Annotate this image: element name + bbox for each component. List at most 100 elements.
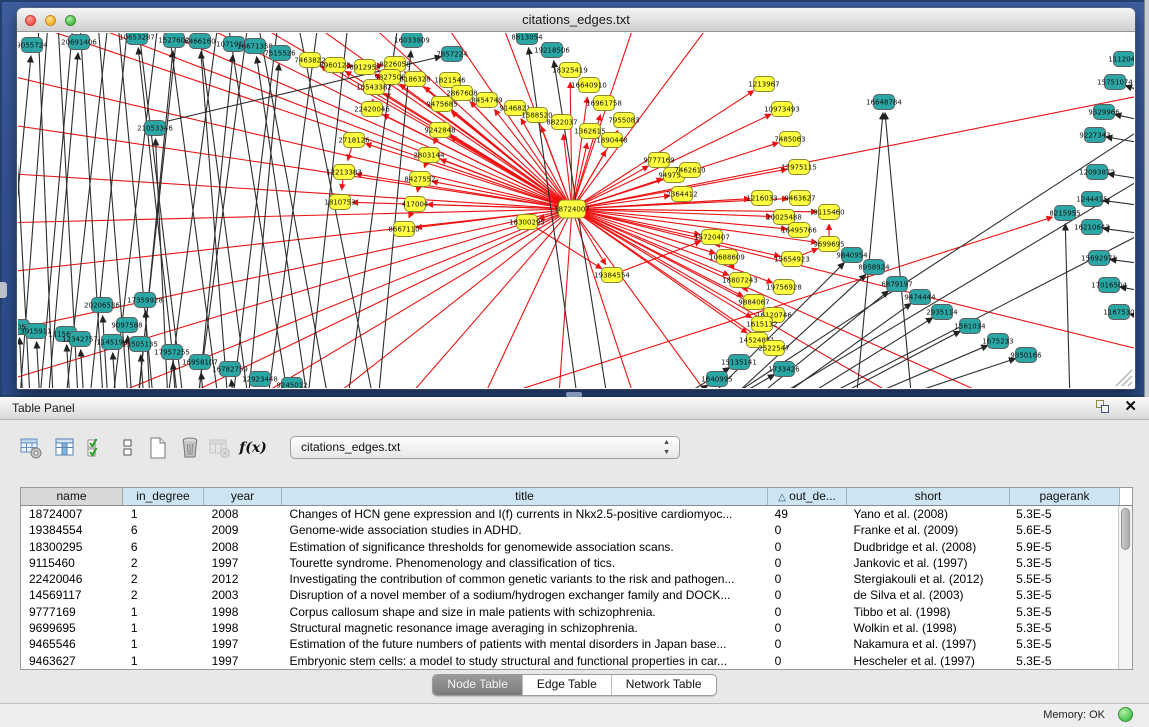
table-cell[interactable]: 1997 [204, 555, 282, 571]
select-visible-columns-icon[interactable] [82, 433, 112, 463]
table-cell[interactable]: 18300295 [21, 539, 123, 555]
table-row[interactable]: 969969511998Structural magnetic resonanc… [21, 620, 1118, 636]
create-table-icon[interactable] [143, 433, 173, 463]
table-cell[interactable]: Investigating the contribution of common… [282, 571, 767, 587]
tab-network-table[interactable]: Network Table [611, 675, 716, 695]
table-cell[interactable]: Stergiakouli et al. (2012) [845, 571, 1008, 587]
table-row[interactable]: 1938455462009Genome-wide association stu… [21, 522, 1118, 538]
table-cell[interactable]: 0 [767, 604, 846, 620]
table-scrollbar-thumb[interactable] [1121, 508, 1130, 550]
table-cell[interactable]: 22420046 [21, 571, 123, 587]
network-canvas[interactable]: 9055724206914061065328715276026466160107… [18, 33, 1134, 388]
table-row[interactable]: 1872400712008Changes of HCN gene express… [21, 506, 1118, 522]
table-cell[interactable]: 0 [767, 653, 846, 669]
table-cell[interactable]: Wolkin et al. (1998) [845, 620, 1008, 636]
column-header-pagerank[interactable]: pagerank [1010, 488, 1120, 505]
table-cell[interactable]: 5.3E-5 [1008, 604, 1118, 620]
table-cell[interactable]: Dudbridge et al. (2008) [845, 539, 1008, 555]
table-cell[interactable]: Estimation of significance thresholds fo… [282, 539, 767, 555]
table-cell[interactable]: Corpus callosum shape and size in male p… [282, 604, 767, 620]
canvas-resize-grip[interactable] [1116, 370, 1132, 386]
table-cell[interactable]: Changes of HCN gene expression and I(f) … [282, 506, 767, 522]
table-cell[interactable]: 9463627 [21, 653, 123, 669]
table-cell[interactable]: 2012 [204, 571, 282, 587]
delete-table-icon[interactable] [175, 433, 205, 463]
table-row[interactable]: 946554611997Estimation of the future num… [21, 636, 1118, 652]
row-height-icon[interactable] [113, 433, 143, 463]
table-scrollbar[interactable] [1118, 506, 1132, 669]
table-cell[interactable]: 9777169 [21, 604, 123, 620]
table-cell[interactable]: Estimation of the future numbers of pati… [282, 636, 767, 652]
table-row[interactable]: 946362711997Embryonic stem cells: a mode… [21, 653, 1118, 669]
table-cell[interactable]: 0 [767, 620, 846, 636]
table-cell[interactable]: 2008 [204, 539, 282, 555]
table-cell[interactable]: 5.5E-5 [1008, 571, 1118, 587]
table-cell[interactable]: 0 [767, 539, 846, 555]
table-cell[interactable]: 2008 [204, 506, 282, 522]
table-cell[interactable]: 1 [123, 636, 204, 652]
table-cell[interactable]: de Silva et al. (2003) [845, 587, 1008, 603]
table-cell[interactable]: 5.3E-5 [1008, 555, 1118, 571]
table-cell[interactable]: 0 [767, 555, 846, 571]
column-header-short[interactable]: short [847, 488, 1010, 505]
memory-status-indicator[interactable] [1118, 707, 1133, 722]
table-cell[interactable]: 5.3E-5 [1008, 506, 1118, 522]
table-cell[interactable]: 9699695 [21, 620, 123, 636]
table-cell[interactable]: 6 [123, 522, 204, 538]
column-header-out_de[interactable]: △ out_de... [768, 488, 847, 505]
table-cell[interactable]: Embryonic stem cells: a model to study s… [282, 653, 767, 669]
table-cell[interactable]: 1 [123, 604, 204, 620]
float-panel-icon[interactable] [1096, 400, 1110, 414]
left-panel-grip[interactable] [0, 282, 7, 298]
table-cell[interactable]: 1998 [204, 604, 282, 620]
table-cell[interactable]: 14569117 [21, 587, 123, 603]
table-cell[interactable]: 1998 [204, 620, 282, 636]
table-cell[interactable]: 19384554 [21, 522, 123, 538]
table-cell[interactable]: Genome-wide association studies in ADHD. [282, 522, 767, 538]
table-cell[interactable]: 1997 [204, 653, 282, 669]
table-cell[interactable]: Hescheler et al. (1997) [845, 653, 1008, 669]
column-header-title[interactable]: title [282, 488, 768, 505]
table-cell[interactable]: 9115460 [21, 555, 123, 571]
column-header-in_degree[interactable]: in_degree [123, 488, 204, 505]
table-cell[interactable]: 0 [767, 636, 846, 652]
table-cell[interactable]: 2003 [204, 587, 282, 603]
tab-edge-table[interactable]: Edge Table [522, 675, 611, 695]
right-panel-grip[interactable] [1144, 0, 1149, 397]
table-row[interactable]: 2242004622012Investigating the contribut… [21, 571, 1118, 587]
table-cell[interactable]: Tourette syndrome. Phenomenology and cla… [282, 555, 767, 571]
table-cell[interactable]: Nakamura et al. (1997) [845, 636, 1008, 652]
column-header-year[interactable]: year [204, 488, 282, 505]
table-cell[interactable]: 49 [767, 506, 846, 522]
table-settings-icon[interactable] [16, 433, 46, 463]
table-cell[interactable]: Franke et al. (2009) [845, 522, 1008, 538]
table-cell[interactable]: 2 [123, 571, 204, 587]
table-cell[interactable]: 0 [767, 522, 846, 538]
table-cell[interactable]: 9465546 [21, 636, 123, 652]
column-header-name[interactable]: name [21, 488, 123, 505]
table-row[interactable]: 1456911722003Disruption of a novel membe… [21, 587, 1118, 603]
table-cell[interactable]: 18724007 [21, 506, 123, 522]
table-cell[interactable]: 2 [123, 555, 204, 571]
close-panel-icon[interactable]: ✕ [1124, 400, 1137, 414]
table-cell[interactable]: 5.3E-5 [1008, 653, 1118, 669]
table-cell[interactable]: 5.3E-5 [1008, 587, 1118, 603]
table-cell[interactable]: 2 [123, 587, 204, 603]
table-cell[interactable]: 0 [767, 587, 846, 603]
table-selector-dropdown[interactable]: citations_edges.txt ▲▼ [290, 436, 680, 459]
function-builder-icon[interactable]: f(x) [238, 433, 268, 463]
table-cell[interactable]: 2009 [204, 522, 282, 538]
table-row[interactable]: 1830029562008Estimation of significance … [21, 539, 1118, 555]
table-cell[interactable]: Disruption of a novel member of a sodium… [282, 587, 767, 603]
table-cell[interactable]: 5.6E-5 [1008, 522, 1118, 538]
table-row[interactable]: 911546021997Tourette syndrome. Phenomeno… [21, 555, 1118, 571]
table-cell[interactable]: Structural magnetic resonance image aver… [282, 620, 767, 636]
table-row[interactable]: 977716911998Corpus callosum shape and si… [21, 604, 1118, 620]
table-cell[interactable]: Yano et al. (2008) [845, 506, 1008, 522]
table-cell[interactable]: 5.3E-5 [1008, 620, 1118, 636]
show-columns-icon[interactable] [50, 433, 80, 463]
table-cell[interactable]: Tibbo et al. (1998) [845, 604, 1008, 620]
destroy-table-disabled-icon[interactable] [205, 433, 235, 463]
table-cell[interactable]: Jankovic et al. (1997) [845, 555, 1008, 571]
table-cell[interactable]: 1997 [204, 636, 282, 652]
